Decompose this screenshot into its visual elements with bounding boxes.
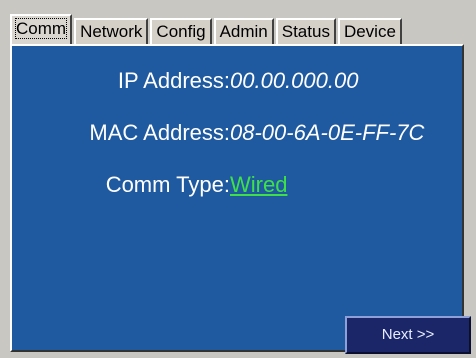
ip-address-row: IP Address: 00.00.000.00 (12, 66, 466, 96)
tab-status[interactable]: Status (275, 18, 336, 44)
tab-config[interactable]: Config (150, 18, 212, 44)
comm-settings-window: Comm Network Config Admin Status Device … (0, 0, 476, 358)
mac-address-label: MAC Address: (89, 120, 230, 145)
tab-comm[interactable]: Comm (10, 14, 73, 44)
tab-admin-label: Admin (219, 22, 268, 41)
tab-comm-label: Comm (14, 18, 68, 39)
tab-device-label: Device (343, 22, 396, 41)
tab-network-label: Network (80, 22, 143, 41)
ip-address-value: 00.00.000.00 (230, 68, 359, 93)
tab-network[interactable]: Network (74, 18, 149, 44)
mac-address-value: 08-00-6A-0E-FF-7C (230, 120, 425, 145)
tab-admin[interactable]: Admin (213, 18, 274, 44)
next-button[interactable]: Next >> (345, 316, 471, 354)
tab-status-label: Status (281, 22, 330, 41)
comm-type-row: Comm Type: Wired (12, 170, 466, 200)
mac-address-row: MAC Address: 08-00-6A-0E-FF-7C (12, 118, 466, 148)
ip-address-label: IP Address: (117, 68, 230, 93)
tab-device[interactable]: Device (337, 18, 402, 44)
tab-config-label: Config (156, 22, 206, 41)
comm-type-label: Comm Type: (105, 172, 230, 197)
tab-bar: Comm Network Config Admin Status Device (10, 14, 404, 44)
comm-panel: IP Address: 00.00.000.00 MAC Address: 08… (10, 44, 471, 354)
comm-type-link[interactable]: Wired (230, 170, 287, 200)
